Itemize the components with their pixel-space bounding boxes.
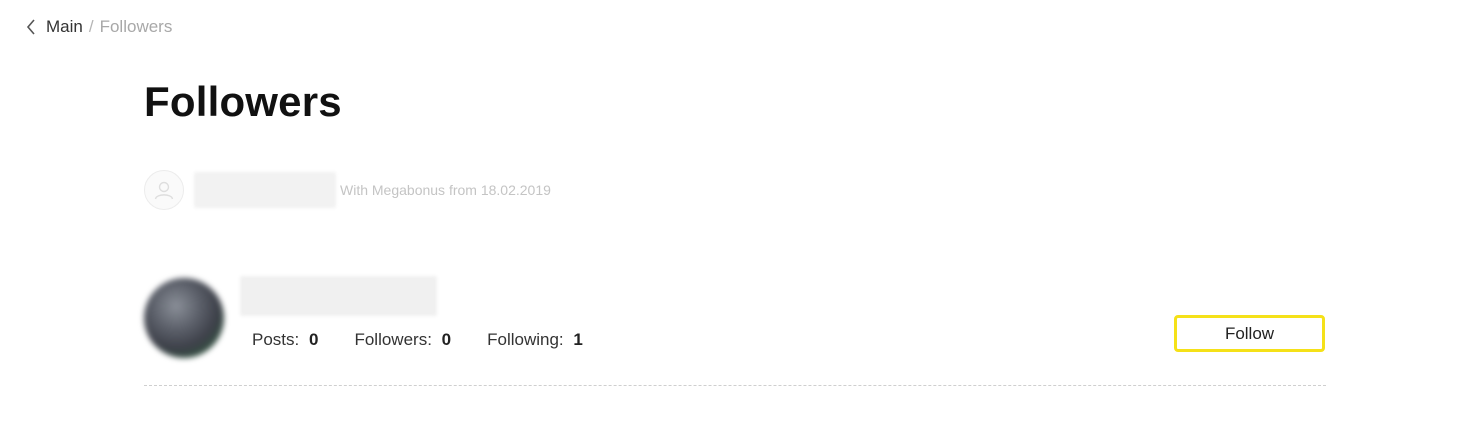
followers-stat: Followers: 0 — [354, 330, 451, 350]
profile-name-blurred — [194, 172, 336, 208]
user-icon — [144, 170, 184, 210]
breadcrumb-separator: / — [88, 17, 94, 36]
following-stat: Following: 1 — [487, 330, 583, 350]
avatar[interactable] — [144, 278, 224, 358]
follower-stats: Posts: 0 Followers: 0 Following: 1 — [252, 330, 619, 350]
posts-stat: Posts: 0 — [252, 330, 318, 350]
followers-count: 0 — [441, 330, 452, 349]
chevron-left-icon[interactable] — [24, 17, 38, 37]
follower-item: Posts: 0 Followers: 0 Following: 1 Follo… — [144, 270, 1326, 386]
following-count: 1 — [573, 330, 583, 349]
follow-button[interactable]: Follow — [1174, 315, 1325, 352]
posts-count: 0 — [308, 330, 319, 349]
breadcrumb-current: Followers — [99, 17, 173, 36]
follower-name-blurred[interactable] — [240, 276, 437, 316]
profile-summary: With Megabonus from 18.02.2019 — [144, 168, 551, 212]
followers-label: Followers: — [354, 330, 432, 349]
page-title: Followers — [144, 78, 342, 125]
breadcrumb: Main / Followers — [24, 16, 172, 38]
member-since-text: With Megabonus from 18.02.2019 — [340, 182, 551, 198]
posts-label: Posts: — [252, 330, 300, 349]
breadcrumb-main-link[interactable]: Main — [46, 17, 83, 37]
following-label: Following: — [487, 330, 564, 349]
